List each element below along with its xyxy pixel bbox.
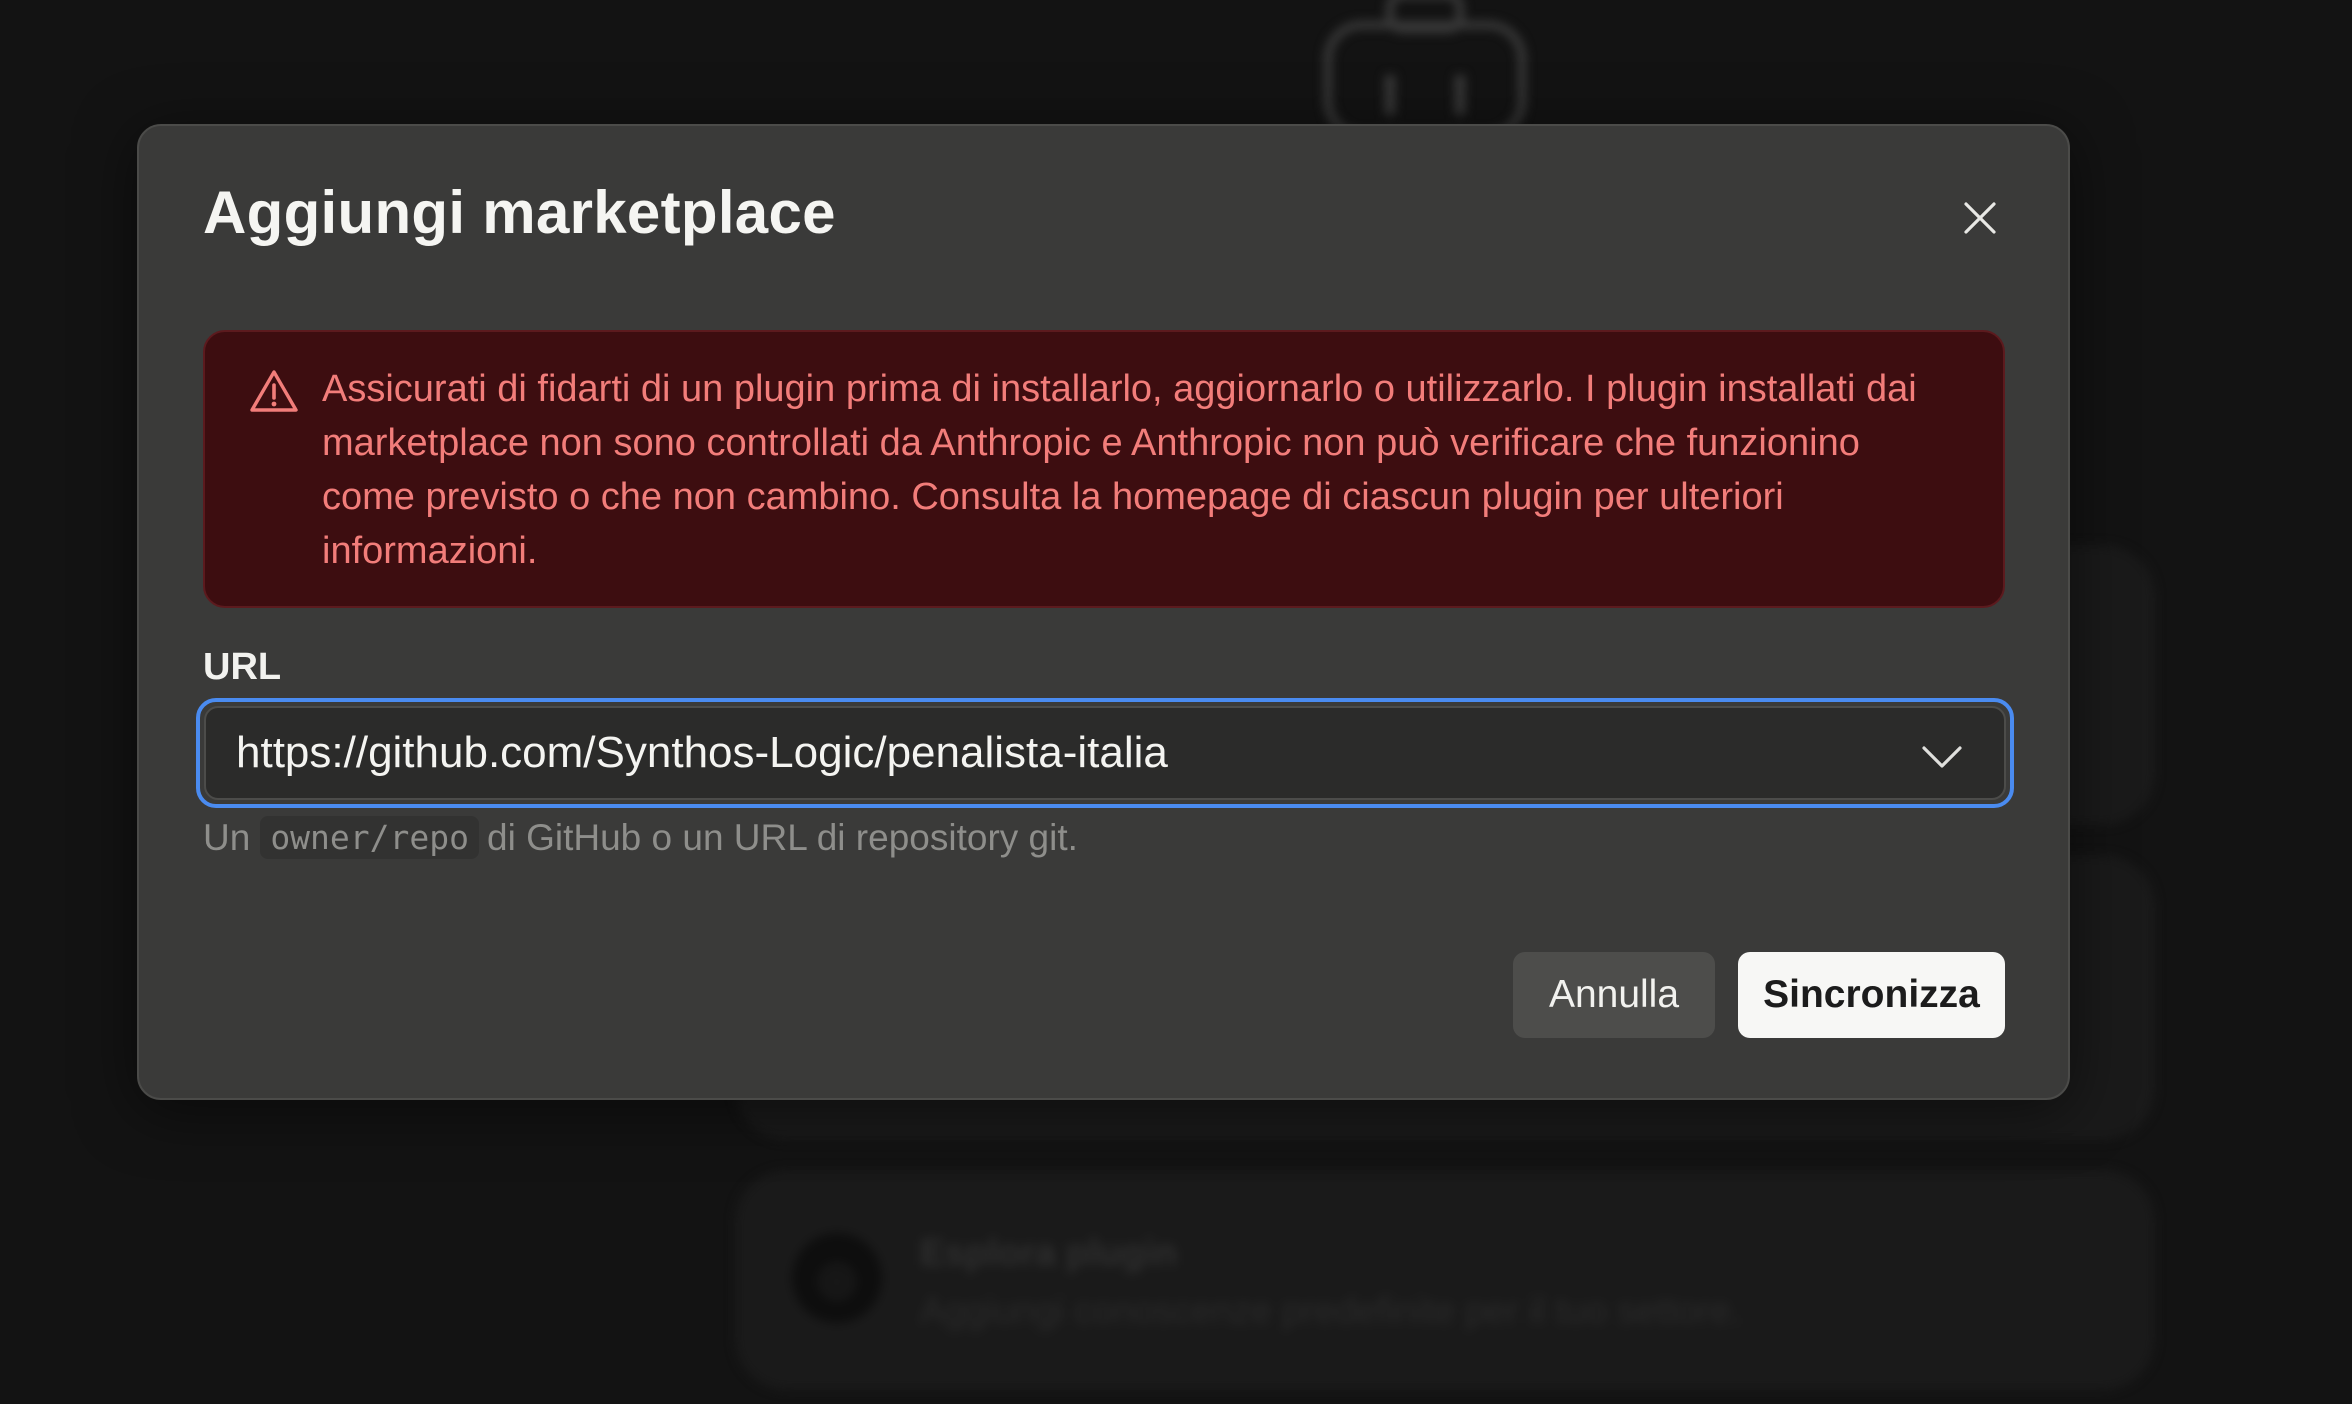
close-button[interactable] (1950, 188, 2010, 248)
helper-prefix: Un (203, 816, 251, 858)
warning-banner: Assicurati di fidarti di un plugin prima… (203, 330, 2005, 608)
close-icon (1964, 202, 1996, 234)
background-card-subtitle: Aggiungi conoscenze predefinite per il t… (920, 1290, 1741, 1331)
warning-text: Assicurati di fidarti di un plugin prima… (322, 368, 1917, 572)
helper-code: owner/repo (260, 816, 479, 859)
url-helper-text: Un owner/repo di GitHub o un URL di repo… (203, 816, 1078, 859)
add-marketplace-dialog: Aggiungi marketplace Assicurati di fidar… (137, 124, 2070, 1100)
explore-plugins-card: ◎ Esplora plugin Aggiungi conoscenze pre… (735, 1170, 2155, 1390)
url-input[interactable] (236, 708, 1816, 798)
compass-icon: ◎ (792, 1233, 882, 1323)
dialog-title: Aggiungi marketplace (203, 179, 836, 246)
warning-icon (250, 370, 298, 412)
cancel-button[interactable]: Annulla (1513, 952, 1715, 1038)
url-field-inner (204, 706, 2006, 800)
helper-suffix: di GitHub o un URL di repository git. (487, 816, 1078, 858)
url-label: URL (203, 646, 282, 688)
chevron-down-icon[interactable] (1920, 736, 1964, 776)
briefcase-icon (1324, 0, 1526, 139)
background-card-title: Esplora plugin (920, 1232, 1177, 1273)
sync-button[interactable]: Sincronizza (1738, 952, 2005, 1038)
url-combobox (196, 698, 2014, 808)
